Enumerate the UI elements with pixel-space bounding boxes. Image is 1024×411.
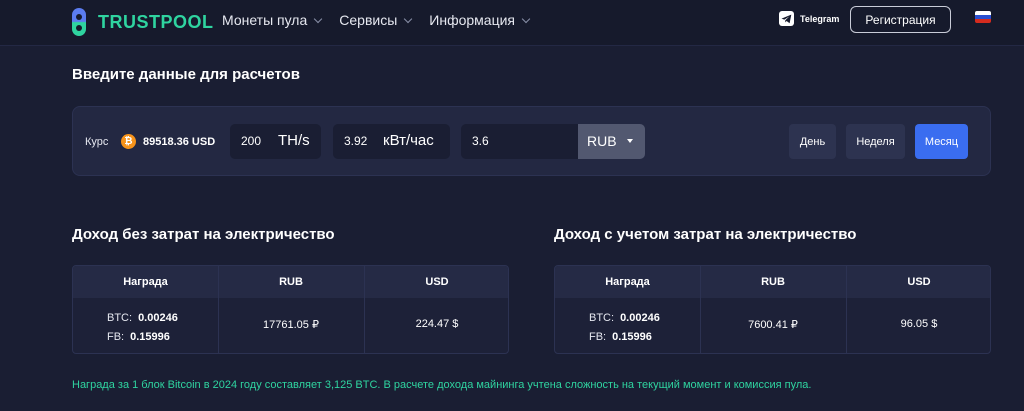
income-gross-table: Награда RUB USD BTC: 0.00246 FB: 0.15996 1… [72, 265, 509, 354]
btc-label: BTC: [589, 312, 615, 324]
fb-label: FB: [589, 331, 607, 343]
period-month-button[interactable]: Месяц [915, 124, 968, 159]
telegram-label: Telegram [800, 13, 840, 24]
rate-value: 89518.36 USD [143, 136, 216, 148]
currency-select-value: RUB [587, 133, 617, 149]
telegram-link[interactable]: Telegram [779, 11, 839, 26]
footnote: Награда за 1 блок Bitcoin в 2024 году со… [72, 379, 812, 391]
rub-cell: 7600.41 ₽ [748, 319, 798, 331]
period-day-button[interactable]: День [789, 124, 836, 159]
rate-label: Курс [85, 136, 109, 148]
telegram-icon [779, 11, 794, 26]
logo-text-part1: TRUST [98, 11, 161, 32]
rub-cell: 17761.05 ₽ [263, 319, 319, 331]
logo[interactable]: TRUSTPOOL [72, 7, 214, 37]
column-divider [364, 266, 365, 353]
power-value: 3.92 [344, 134, 368, 148]
caret-down-icon [627, 139, 633, 143]
logo-mark-icon [72, 8, 86, 36]
language-flag-icon[interactable] [975, 11, 991, 23]
chevron-down-icon [404, 14, 413, 23]
chevron-down-icon [521, 14, 531, 23]
table-header-reward: Награда [605, 276, 650, 288]
power-unit: кВт/час [383, 132, 434, 149]
nav-pool-coins-label: Монеты пула [222, 12, 308, 28]
column-divider [218, 266, 219, 353]
column-divider [846, 266, 847, 353]
fb-value: 0.15996 [612, 331, 652, 343]
table-header-reward: Награда [123, 276, 168, 288]
btc-value: 0.00246 [620, 312, 660, 324]
table-header-rub: RUB [279, 276, 303, 288]
income-gross-title: Доход без затрат на электричество [72, 226, 335, 243]
calc-title: Введите данные для расчетов [72, 66, 300, 83]
btc-value: 0.00246 [138, 312, 178, 324]
currency-select[interactable]: RUB [578, 124, 645, 159]
nav-information-label: Информация [429, 12, 515, 28]
hashrate-field[interactable]: 200 TH/s [230, 124, 321, 159]
reward-cell: BTC: 0.00246 FB: 0.15996 [107, 309, 178, 347]
electricity-price-value: 3.6 [472, 134, 489, 148]
logo-text-part2: POOL [160, 11, 214, 32]
usd-cell: 96.05 $ [900, 318, 938, 330]
usd-cell: 224.47 $ [415, 318, 459, 330]
chevron-down-icon [314, 14, 323, 23]
top-header: TRUSTPOOL Монеты пула Сервисы Информация… [0, 0, 1024, 46]
nav-services[interactable]: Сервисы [339, 12, 413, 28]
register-button[interactable]: Регистрация [850, 6, 951, 33]
hashrate-unit: TH/s [278, 132, 310, 149]
income-net-table: Награда RUB USD BTC: 0.00246 FB: 0.15996 7… [554, 265, 991, 354]
logo-text: TRUSTPOOL [98, 12, 214, 33]
main-nav: Монеты пула Сервисы Информация [222, 0, 547, 40]
nav-pool-coins[interactable]: Монеты пула [222, 12, 323, 28]
table-header-usd: USD [425, 276, 449, 288]
income-net-title: Доход с учетом затрат на электричество [554, 226, 857, 243]
fb-value: 0.15996 [130, 331, 170, 343]
nav-services-label: Сервисы [339, 12, 398, 28]
calc-panel: Курс ₿ 89518.36 USD 200 TH/s 3.92 кВт/ча… [72, 106, 991, 176]
electricity-price-input[interactable]: 3.6 [461, 124, 579, 159]
nav-information[interactable]: Информация [429, 12, 531, 28]
period-week-button[interactable]: Неделя [846, 124, 905, 159]
btc-label: BTC: [107, 312, 133, 324]
hashrate-value: 200 [241, 134, 262, 148]
reward-cell: BTC: 0.00246 FB: 0.15996 [589, 309, 660, 347]
bitcoin-icon: ₿ [121, 134, 136, 149]
fb-label: FB: [107, 331, 125, 343]
table-header-usd: USD [907, 276, 931, 288]
table-header-rub: RUB [761, 276, 785, 288]
column-divider [700, 266, 701, 353]
power-field[interactable]: 3.92 кВт/час [333, 124, 450, 159]
